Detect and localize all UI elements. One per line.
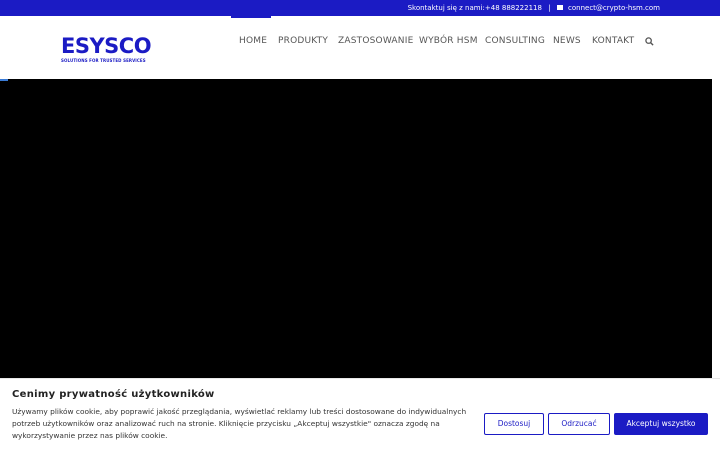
logo-tagline: SOLUTIONS FOR TRUSTED SERVICES — [61, 58, 146, 63]
contact-phone[interactable]: Skontaktuj się z nami:+48 888222118 — [408, 4, 542, 12]
cookie-description: Używamy plików cookie, aby poprawić jako… — [12, 407, 467, 440]
accept-all-button[interactable]: Akceptuj wszystko — [614, 413, 708, 435]
nav-label: NEWS — [553, 36, 581, 46]
separator: | — [548, 4, 551, 12]
nav-label: PRODUKTY — [278, 36, 329, 46]
contact-email[interactable]: connect@crypto-hsm.com — [568, 4, 660, 12]
nav-label: WYBÓR HSM — [419, 36, 478, 46]
contact-info: Skontaktuj się z nami:+48 888222118 | co… — [408, 4, 660, 12]
esysco-logo[interactable]: ESYSCO SOLUTIONS FOR TRUSTED SERVICES — [61, 34, 159, 64]
cookie-consent-banner: Cenimy prywatność użytkowników Używamy p… — [0, 378, 720, 450]
envelope-icon — [556, 5, 563, 10]
site-header: ESYSCO SOLUTIONS FOR TRUSTED SERVICES HO… — [0, 16, 720, 79]
nav-label: HOME — [239, 36, 268, 46]
nav-label: KONTAKT — [592, 36, 635, 46]
reject-button[interactable]: Odrzucać — [548, 413, 610, 435]
hero-slider — [0, 79, 712, 379]
page-edge — [712, 79, 720, 379]
customize-button[interactable]: Dostosuj — [484, 413, 544, 435]
nav-item-home[interactable]: HOME — [231, 16, 271, 79]
nav-label: CONSULTING — [485, 36, 546, 46]
cookie-title: Cenimy prywatność użytkowników — [12, 389, 215, 400]
logo-wordmark: ESYSCO — [61, 34, 152, 58]
nav-label: ZASTOSOWANIE — [338, 36, 414, 46]
search-icon[interactable] — [645, 37, 654, 46]
top-contact-bar: Skontaktuj się z nami:+48 888222118 | co… — [0, 0, 720, 16]
slider-indicator — [0, 79, 8, 81]
